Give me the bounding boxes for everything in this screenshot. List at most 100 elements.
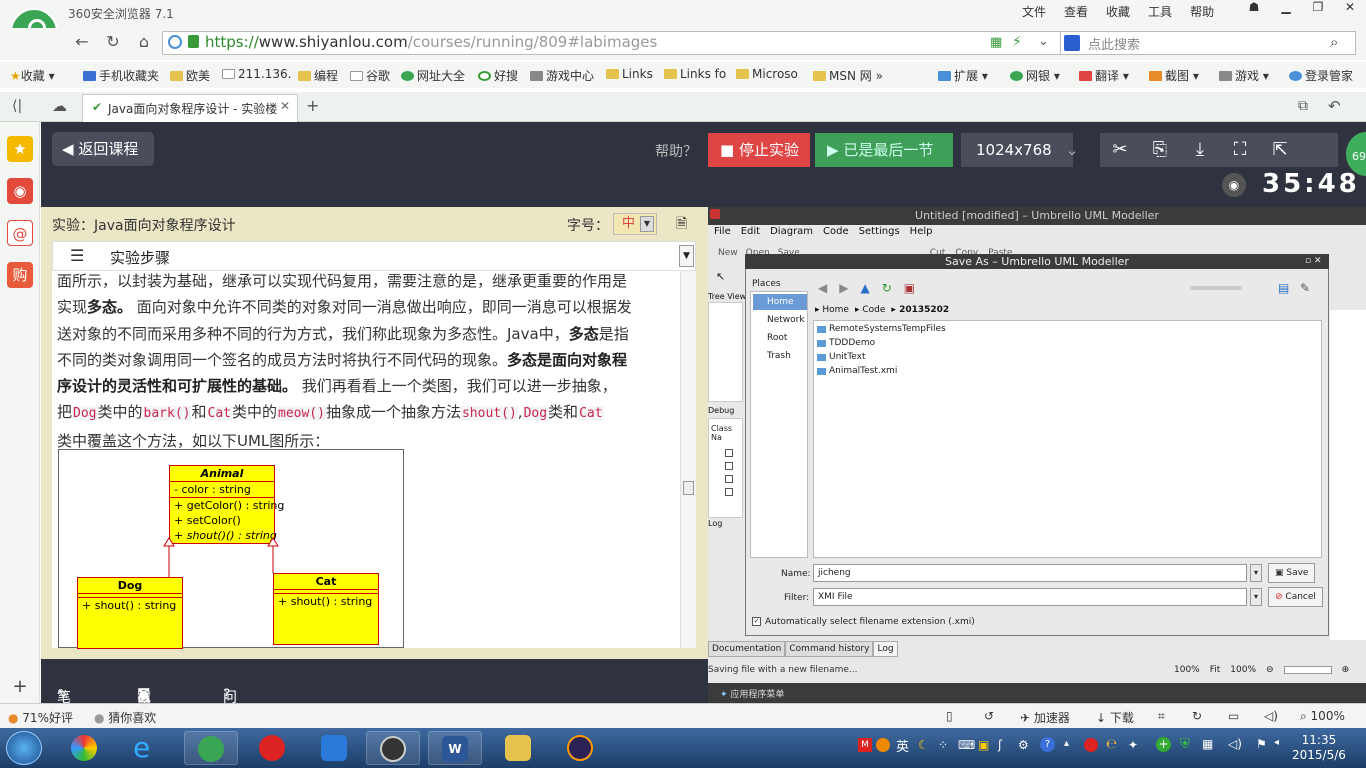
history-icon[interactable]: ↺ [984, 709, 994, 723]
taskbar-app-picasa[interactable] [58, 731, 112, 765]
zoom-control[interactable]: ⌕ 100% [1300, 709, 1345, 724]
fit-button[interactable]: Fit [1210, 665, 1221, 675]
app-menu-label[interactable]: 应用程序菜单 [730, 690, 784, 700]
new-tab-icon[interactable]: + [306, 96, 319, 115]
ext-login[interactable]: 登录管家 [1289, 67, 1353, 84]
menu-view[interactable]: 查看 [1064, 3, 1088, 20]
tab-documentation[interactable]: Documentation [708, 641, 786, 657]
taskbar-app-explorer[interactable] [492, 731, 546, 765]
file-item[interactable]: AnimalTest.xmi [817, 366, 897, 376]
tab-close-icon[interactable]: ✕ [280, 99, 290, 113]
umbrello-menu-help[interactable]: Help [910, 226, 933, 237]
place-trash[interactable]: Trash [753, 348, 807, 364]
debug-panel[interactable]: Class Na [708, 418, 743, 518]
cancel-button[interactable]: ⊘ Cancel [1268, 587, 1323, 607]
ext-wangyin[interactable]: 网银 ▾ [1010, 67, 1060, 84]
volume-icon[interactable]: ◁) [1228, 737, 1242, 751]
chevron-down-icon[interactable]: ▾ [1250, 564, 1262, 582]
sidebar-toggle-icon[interactable]: ⟨| [12, 98, 22, 114]
keyboard-icon[interactable]: ⌨ [958, 738, 975, 752]
taskbar-app-word[interactable]: W [428, 731, 482, 765]
umbrello-menu-code[interactable]: Code [823, 226, 849, 237]
last-section-button[interactable]: ▶ 已是最后一节 [815, 133, 953, 167]
ext-youxi[interactable]: 游戏 ▾ [1219, 67, 1269, 84]
bookmark-microsoft[interactable]: Microso [736, 67, 798, 81]
tray-block-icon[interactable] [876, 738, 890, 752]
crumb-folder[interactable]: ▸ 20135202 [891, 305, 949, 315]
speed-mode-icon[interactable]: ⚡ [1012, 34, 1022, 50]
bookmark-links[interactable]: Links [606, 67, 653, 81]
chevron-down-icon[interactable]: ▼ [679, 245, 694, 267]
checkbox[interactable] [725, 462, 733, 470]
bookmark-favorites[interactable]: ★收藏 ▾ [10, 67, 55, 84]
start-button[interactable] [6, 731, 42, 765]
url-text[interactable]: https://www.shiyanlou.com/courses/runnin… [205, 33, 657, 51]
qrcode-icon[interactable]: ▦ [990, 35, 1002, 50]
menu-tools[interactable]: 工具 [1148, 3, 1172, 20]
tray-bird-icon[interactable]: ✦ [1128, 738, 1138, 752]
bookmark-games[interactable]: 游戏中心 [530, 67, 594, 84]
tray-bag-icon[interactable]: ▣ [978, 738, 989, 752]
checkbox[interactable] [725, 488, 733, 496]
taskbar-app-ie[interactable]: e [120, 731, 174, 765]
place-home[interactable]: Home [753, 294, 807, 310]
menu-file[interactable]: 文件 [1022, 3, 1046, 20]
crumb-code[interactable]: ▸ Code [855, 305, 885, 315]
ext-jietu[interactable]: 截图 ▾ [1149, 67, 1199, 84]
tray-qq-icon[interactable]: ℮ [1106, 737, 1117, 752]
help-icon[interactable]: ? [1040, 737, 1055, 752]
taskbar-app-netease[interactable] [246, 731, 300, 765]
taskbar-app-note[interactable] [308, 731, 362, 765]
bookmark-haosou[interactable]: 好搜 [478, 67, 518, 84]
volume-icon[interactable]: ◁) [1264, 709, 1278, 723]
chevron-down-icon[interactable]: ▾ [1250, 588, 1262, 606]
skin-icon[interactable]: ☗ [1238, 0, 1270, 20]
ext-kuozhan[interactable]: 扩展 ▾ [938, 67, 988, 84]
eye-icon[interactable]: ◉ [1222, 173, 1246, 197]
file-item[interactable]: TDDDemo [817, 338, 875, 348]
new-folder-icon[interactable]: ▤ [1278, 281, 1289, 295]
back-arrow-icon[interactable]: ← [70, 30, 94, 54]
tray-spell-icon[interactable]: ʃ [998, 738, 1002, 752]
pointer-tool-icon[interactable]: ↖ [716, 270, 725, 283]
tray-netease-icon[interactable] [1084, 738, 1098, 752]
taskbar-app-games[interactable] [366, 731, 420, 765]
cloud-icon[interactable]: ☁ [52, 97, 67, 115]
up-icon[interactable]: ▲ [860, 281, 869, 295]
bookmark-icon[interactable]: ▣ [904, 281, 915, 295]
options-wrench-icon[interactable]: ✎ [1300, 281, 1310, 295]
guess-link[interactable]: ● 猜你喜欢 [94, 709, 156, 726]
weibo-icon[interactable]: ◉ [7, 178, 33, 204]
network-icon[interactable]: ▦ [1202, 737, 1213, 751]
checkbox[interactable] [725, 449, 733, 457]
shield-icon[interactable]: ⛨ [1180, 737, 1190, 752]
baidu-paw-icon[interactable] [1064, 35, 1080, 51]
undo-close-icon[interactable]: ↶ [1328, 97, 1341, 115]
tray-dots-icon[interactable]: ⁘ [938, 738, 948, 752]
tray-plus-icon[interactable]: + [1156, 737, 1171, 752]
menu-help[interactable]: 帮助 [1190, 3, 1214, 20]
chevron-down-icon[interactable]: ⌄ [1038, 34, 1049, 49]
scissors-icon[interactable]: ✂ [1100, 133, 1140, 167]
mail-icon[interactable]: @ [7, 220, 33, 246]
file-item[interactable]: UnitText [817, 352, 866, 362]
new-button[interactable]: New [718, 248, 738, 258]
zoom-slider[interactable] [1190, 286, 1242, 290]
place-root[interactable]: Root [753, 330, 807, 346]
accelerator-button[interactable]: ✈ 加速器 [1020, 709, 1070, 726]
bookmark-mobile[interactable]: 手机收藏夹 [83, 67, 159, 84]
tray-m-icon[interactable]: M [858, 738, 872, 752]
external-link-icon[interactable]: ⇱ [1260, 133, 1300, 167]
bookmark-linksfo[interactable]: Links fo [664, 67, 726, 81]
menu-favorites[interactable]: 收藏 [1106, 3, 1130, 20]
maximize-button[interactable]: ❐ [1302, 0, 1334, 20]
bookmark-oumei[interactable]: 欧美 [170, 67, 210, 84]
favorites-star-icon[interactable]: ★ [7, 136, 33, 162]
flag-icon[interactable]: ⚑ [1256, 737, 1267, 751]
screen-share-icon[interactable]: ⎘ [1140, 133, 1180, 167]
shopping-icon[interactable]: 购 [7, 262, 33, 288]
bookmark-hao[interactable]: 网址大全 [401, 67, 465, 84]
bookmark-google[interactable]: 谷歌 [350, 67, 390, 84]
ext-fanyi[interactable]: 翻译 ▾ [1079, 67, 1129, 84]
phone-icon[interactable]: ▯ [946, 709, 953, 723]
